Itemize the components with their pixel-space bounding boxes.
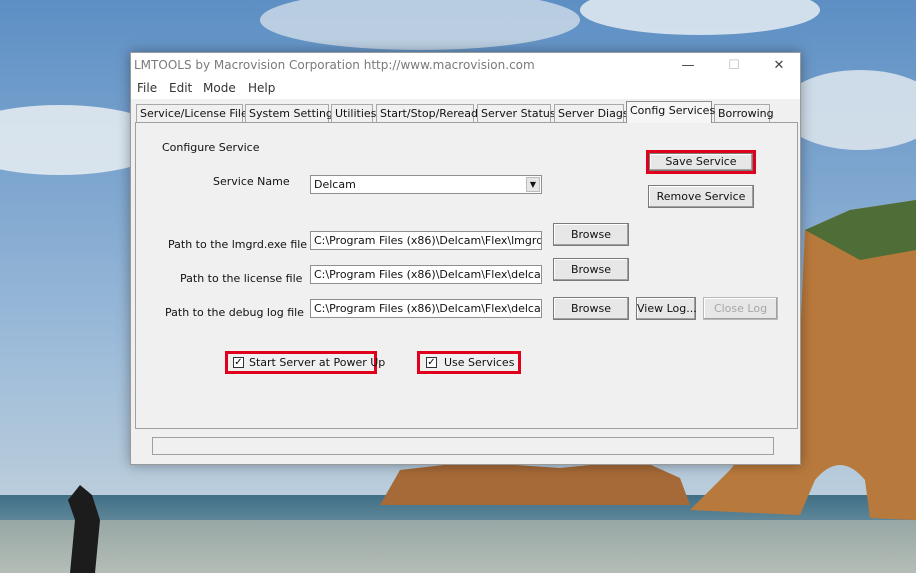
tab-server-status[interactable]: Server Status: [477, 104, 556, 122]
browse-lmgrd-button[interactable]: Browse: [553, 223, 629, 246]
menu-help[interactable]: Help: [248, 81, 275, 95]
view-log-button[interactable]: View Log...: [636, 297, 697, 320]
start-server-label[interactable]: Start Server at Power Up: [249, 356, 385, 369]
minimize-button[interactable]: —: [665, 53, 711, 79]
debug-log-path-field[interactable]: C:\Program Files (x86)\Delcam\Flex\delca…: [310, 299, 542, 318]
tab-system-settings[interactable]: System Settings: [245, 104, 339, 122]
start-server-checkbox[interactable]: ✓: [233, 357, 244, 368]
lmtools-window: LMTOOLS by Macrovision Corporation http:…: [130, 52, 801, 465]
browse-debug-log-button[interactable]: Browse: [553, 297, 629, 320]
debug-log-path-label: Path to the debug log file: [165, 306, 304, 319]
service-name-label: Service Name: [213, 175, 290, 188]
close-log-button[interactable]: Close Log: [703, 297, 778, 320]
chevron-down-icon[interactable]: ▼: [526, 177, 540, 192]
config-services-panel: Configure Service Service Name Delcam ▼ …: [135, 122, 798, 429]
use-services-label[interactable]: Use Services: [444, 356, 514, 369]
status-bar: [152, 437, 774, 455]
menu-edit[interactable]: Edit: [169, 81, 192, 95]
close-button[interactable]: ✕: [756, 53, 802, 79]
title-bar: LMTOOLS by Macrovision Corporation http:…: [131, 53, 800, 79]
remove-service-button[interactable]: Remove Service: [648, 185, 754, 208]
tab-server-diags[interactable]: Server Diags: [554, 104, 629, 122]
window-title: LMTOOLS by Macrovision Corporation http:…: [134, 58, 535, 72]
maximize-button[interactable]: ☐: [711, 53, 757, 79]
menu-bar: File Edit Mode Help: [131, 79, 800, 99]
tab-strip: Service/License File System Settings Uti…: [131, 101, 800, 123]
license-path-field[interactable]: C:\Program Files (x86)\Delcam\Flex\delca…: [310, 265, 542, 284]
lmgrd-path-field[interactable]: C:\Program Files (x86)\Delcam\Flex\lmgrd…: [310, 231, 542, 250]
license-path-label: Path to the license file: [180, 272, 303, 285]
configure-service-label: Configure Service: [162, 141, 260, 154]
use-services-checkbox[interactable]: ✓: [426, 357, 437, 368]
tab-utilities[interactable]: Utilities: [331, 104, 376, 122]
browse-license-button[interactable]: Browse: [553, 258, 629, 281]
tab-borrowing[interactable]: Borrowing: [714, 104, 774, 122]
lmgrd-path-label: Path to the lmgrd.exe file: [168, 238, 308, 251]
menu-file[interactable]: File: [137, 81, 157, 95]
tab-service-license-file[interactable]: Service/License File: [136, 104, 248, 122]
tab-start-stop-reread[interactable]: Start/Stop/Reread: [376, 104, 478, 122]
tab-config-services[interactable]: Config Services: [626, 101, 715, 123]
menu-mode[interactable]: Mode: [203, 81, 236, 95]
save-service-button[interactable]: Save Service: [649, 153, 753, 171]
service-name-value: Delcam: [314, 178, 356, 191]
service-name-combobox[interactable]: Delcam ▼: [310, 175, 542, 194]
